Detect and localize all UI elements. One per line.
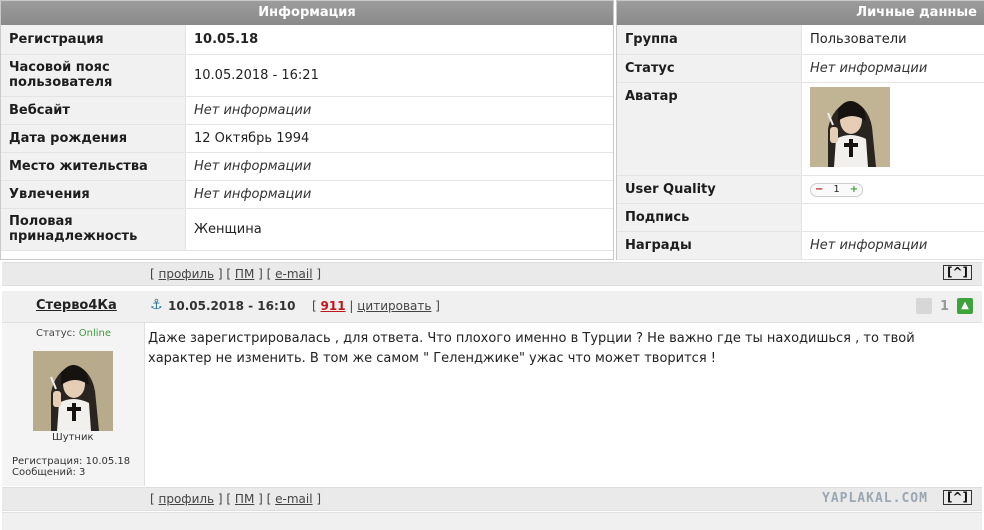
info-value: Женщина	[186, 208, 614, 250]
info-label: Вебсайт	[1, 96, 186, 124]
personal-label: User Quality	[617, 175, 802, 203]
author-avatar-image	[33, 351, 113, 431]
vote-count: 1	[940, 299, 949, 314]
email-link[interactable]: e-mail	[275, 267, 312, 281]
quality-minus-button[interactable]: −	[815, 184, 823, 195]
author-avatar[interactable]	[33, 351, 113, 431]
quality-widget: − 1 +	[810, 183, 863, 197]
post-author-sidebar: Статус: Online Шутник Регистрация: 10.05…	[2, 323, 145, 486]
vote-down-icon[interactable]	[916, 298, 932, 314]
personal-row: Группа Пользователи	[617, 25, 984, 54]
info-value: 10.05.18	[186, 25, 614, 54]
email-link[interactable]: e-mail	[275, 492, 312, 506]
avatar-image	[810, 87, 890, 167]
anchor-icon[interactable]: ⚓	[150, 297, 163, 313]
scroll-top-button[interactable]: [^]	[943, 490, 972, 505]
post-number[interactable]: 911	[321, 299, 346, 313]
post-date: 10.05.2018 - 16:10	[168, 299, 295, 313]
personal-row: User Quality − 1 +	[617, 175, 984, 203]
info-row: Место жительства Нет информации	[1, 152, 613, 180]
personal-panel-title: Личные данные	[617, 1, 984, 25]
personal-label: Группа	[617, 25, 802, 54]
info-label: Увлечения	[1, 180, 186, 208]
info-row: Часовой пояс пользователя 10.05.2018 - 1…	[1, 54, 613, 96]
personal-value: Нет информации	[802, 231, 984, 259]
post-author[interactable]: Стерво4Ка	[36, 298, 117, 313]
info-value: Нет информации	[186, 152, 614, 180]
user-quality-cell: − 1 +	[802, 175, 984, 203]
profile-links-bar: [ профиль ] [ ПМ ] [ e-mail ] [^]	[2, 262, 982, 286]
personal-table: Группа Пользователи Статус Нет информаци…	[617, 25, 984, 260]
info-label: Дата рождения	[1, 124, 186, 152]
info-row: Вебсайт Нет информации	[1, 96, 613, 124]
personal-value: Пользователи	[802, 25, 984, 54]
post-text: Даже зарегистрировалась , для ответа. Чт…	[148, 329, 973, 369]
info-panel-title: Информация	[1, 1, 613, 25]
info-value: Нет информации	[186, 96, 614, 124]
info-value: 12 Октябрь 1994	[186, 124, 614, 152]
personal-label: Аватар	[617, 82, 802, 175]
author-registration: Регистрация: 10.05.18	[12, 456, 130, 467]
profile-links: [ профиль ] [ ПМ ] [ e-mail ]	[150, 267, 321, 281]
author-stats: Регистрация: 10.05.18 Сообщений: 3	[12, 456, 130, 478]
personal-label: Награды	[617, 231, 802, 259]
post-actions: [ 911 | цитировать ]	[312, 299, 440, 313]
next-post-header	[2, 512, 982, 530]
vote-up-icon[interactable]: ▲	[957, 298, 973, 314]
personal-row: Аватар	[617, 82, 984, 175]
quality-value: 1	[833, 184, 839, 195]
info-row: Увлечения Нет информации	[1, 180, 613, 208]
personal-row: Подпись	[617, 203, 984, 231]
site-watermark: YAPLAKAL.COM	[822, 491, 928, 506]
info-row: Половая принадлежность Женщина	[1, 208, 613, 250]
author-rank: Шутник	[52, 432, 94, 443]
personal-label: Статус	[617, 54, 802, 82]
avatar-cell	[802, 82, 984, 175]
avatar[interactable]	[810, 87, 890, 167]
personal-label: Подпись	[617, 203, 802, 231]
quote-link[interactable]: цитировать	[357, 299, 431, 313]
quality-plus-button[interactable]: +	[850, 184, 858, 195]
online-badge: Online	[79, 328, 111, 339]
personal-panel: Личные данные Группа Пользователи Статус…	[616, 0, 984, 260]
info-label: Место жительства	[1, 152, 186, 180]
info-value: Нет информации	[186, 180, 614, 208]
pm-link[interactable]: ПМ	[235, 492, 254, 506]
info-label: Часовой пояс пользователя	[1, 54, 186, 96]
personal-row: Статус Нет информации	[617, 54, 984, 82]
info-table: Регистрация 10.05.18 Часовой пояс пользо…	[1, 25, 613, 251]
author-status: Статус: Online	[36, 328, 111, 339]
info-label: Регистрация	[1, 25, 186, 54]
personal-value	[802, 203, 984, 231]
personal-row: Награды Нет информации	[617, 231, 984, 259]
info-row: Дата рождения 12 Октябрь 1994	[1, 124, 613, 152]
pm-link[interactable]: ПМ	[235, 267, 254, 281]
info-panel: Информация Регистрация 10.05.18 Часовой …	[0, 0, 614, 260]
profile-link[interactable]: профиль	[159, 267, 215, 281]
post-links: [ профиль ] [ ПМ ] [ e-mail ]	[150, 492, 321, 506]
scroll-top-button[interactable]: [^]	[943, 265, 972, 280]
info-value: 10.05.2018 - 16:21	[186, 54, 614, 96]
author-post-count: Сообщений: 3	[12, 467, 130, 478]
info-row: Регистрация 10.05.18	[1, 25, 613, 54]
personal-value: Нет информации	[802, 54, 984, 82]
post-header: Стерво4Ка ⚓ 10.05.2018 - 16:10 [ 911 | ц…	[2, 291, 982, 323]
info-label: Половая принадлежность	[1, 208, 186, 250]
profile-link[interactable]: профиль	[159, 492, 215, 506]
